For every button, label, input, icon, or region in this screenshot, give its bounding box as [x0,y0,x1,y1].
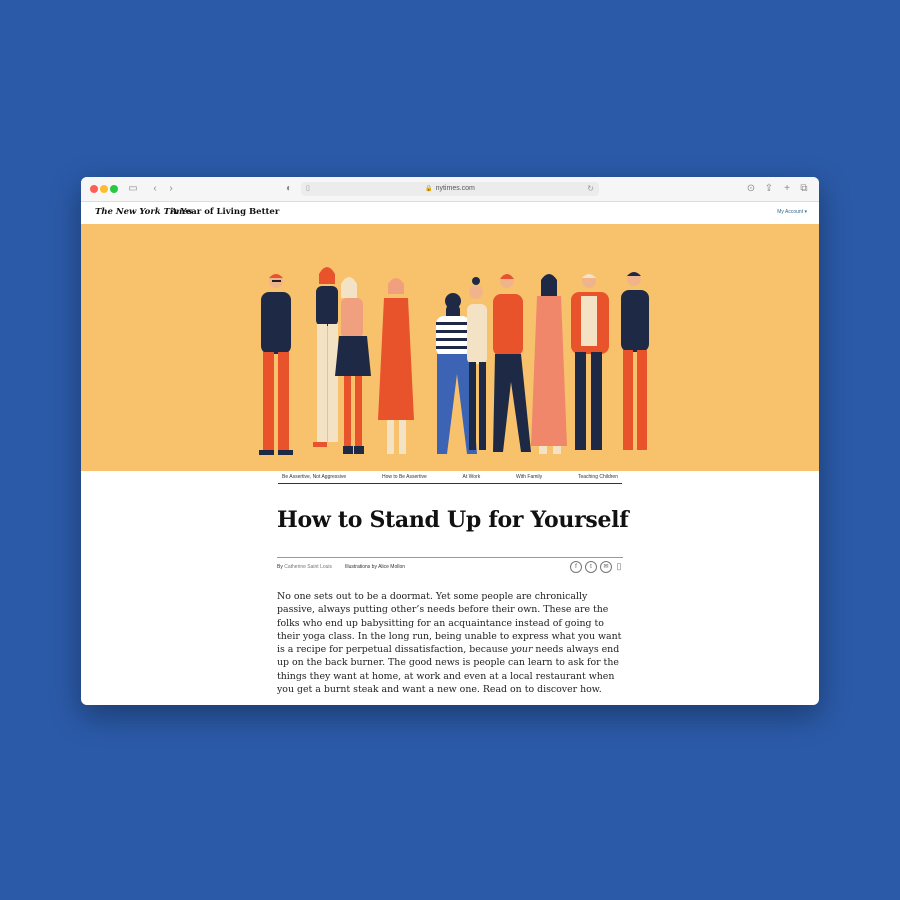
article-headline: How to Stand Up for Yourself [277,507,629,533]
series-title[interactable]: A Year of Living Better [171,207,279,217]
figure-woman-white-top [467,277,487,450]
nav-item-at-work[interactable]: At Work [459,474,485,480]
browser-window: ▭ ‹ › ◐ ▯ 🔒 nytimes.com ↻ ⊙ ⇪ + ⧉ The New… [81,177,819,705]
nav-item-teaching-children[interactable]: Teaching Children [574,474,622,480]
browser-toolbar: ▭ ‹ › ◐ ▯ 🔒 nytimes.com ↻ ⊙ ⇪ + ⧉ [81,177,819,202]
reload-icon[interactable]: ↻ [587,182,594,196]
figure-man-orange-sweater [493,274,531,452]
lock-icon: 🔒 [425,186,433,192]
forward-icon[interactable]: › [165,183,177,195]
page-icon: ▯ [306,185,310,192]
illustration-credit: Illustrations by Alice Mollon [345,564,406,570]
site-header: The New York Times A Year of Living Bett… [81,202,819,225]
url-text: nytimes.com [435,185,475,192]
nav-item-how-to-be-assertive[interactable]: How to Be Assertive [378,474,431,480]
tabs-overview-icon[interactable]: ⧉ [798,183,810,195]
minimize-window-button[interactable] [100,185,108,193]
author-link[interactable]: Catherine Saint Louis [284,564,332,570]
figure-woman-orange-dress [378,278,414,454]
privacy-shield-icon[interactable]: ◐ [283,183,295,195]
byline-bar: By Catherine Saint Louis Illustrations b… [277,557,623,576]
byline: By Catherine Saint Louis [277,564,333,570]
figure-man-glasses [259,274,293,455]
figure-man-orange-jacket [571,274,609,450]
sidebar-icon[interactable]: ▭ [127,183,139,195]
my-account-link[interactable]: My Account ▾ [777,209,807,215]
facebook-icon[interactable]: f [570,561,582,573]
address-bar[interactable]: ▯ 🔒 nytimes.com ↻ [301,182,599,196]
hero-illustration [81,224,819,471]
new-tab-icon[interactable]: + [781,183,793,195]
close-window-button[interactable] [90,185,98,193]
nav-item-assertive-not-aggressive[interactable]: Be Assertive, Not Aggressive [278,474,350,480]
figure-man-navy-shirt [621,272,649,450]
zoom-window-button[interactable] [110,185,118,193]
nav-item-with-family[interactable]: With Family [512,474,546,480]
section-nav: Be Assertive, Not Aggressive How to Be A… [278,471,622,484]
article-intro-paragraph: No one sets out to be a doormat. Yet som… [277,591,622,696]
twitter-icon[interactable]: t [585,561,597,573]
download-icon[interactable]: ⊙ [745,183,757,195]
figure-woman-long-coat [531,274,567,454]
back-icon[interactable]: ‹ [149,183,161,195]
share-tools: f t ✉ ▯ [570,561,623,573]
email-icon[interactable]: ✉ [600,561,612,573]
share-icon[interactable]: ⇪ [763,183,775,195]
bookmark-icon[interactable]: ▯ [615,561,623,571]
figure-woman-cream-pants [313,267,338,447]
figure-woman-navy-skirt [335,277,371,454]
